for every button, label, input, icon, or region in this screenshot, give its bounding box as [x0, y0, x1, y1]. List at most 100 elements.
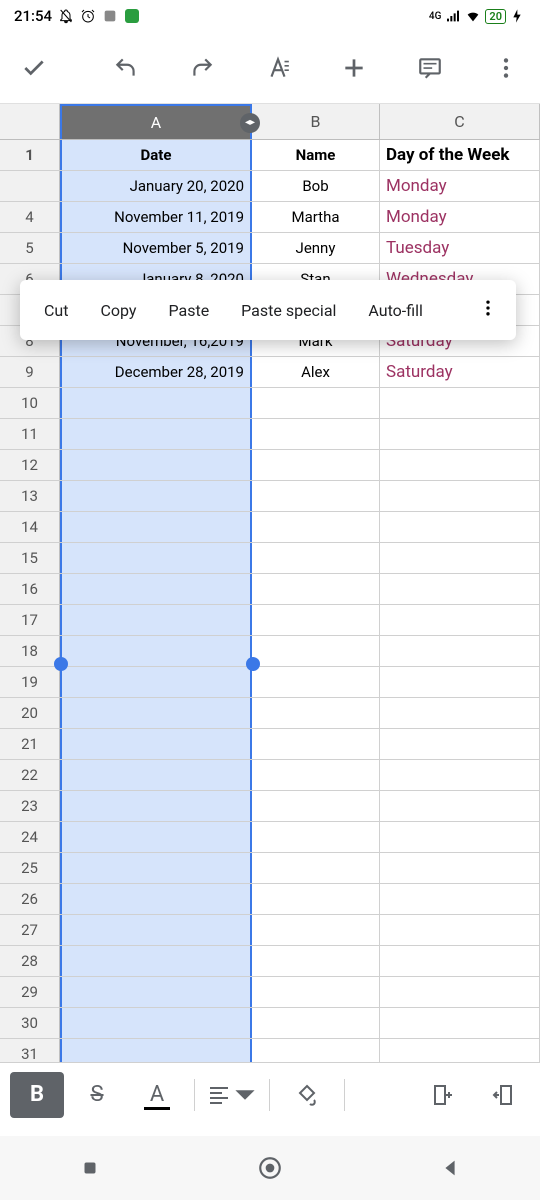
- nav-back-button[interactable]: [420, 1148, 480, 1188]
- row-header[interactable]: 5: [0, 233, 60, 263]
- cell[interactable]: [252, 543, 380, 573]
- cell[interactable]: [60, 574, 252, 604]
- nav-home-button[interactable]: [240, 1148, 300, 1188]
- row-header[interactable]: 25: [0, 853, 60, 883]
- more-button[interactable]: [482, 44, 530, 92]
- insert-cells-button[interactable]: [476, 1072, 530, 1118]
- paste-menu-item[interactable]: Paste: [152, 301, 225, 320]
- row-header[interactable]: 11: [0, 419, 60, 449]
- row-header[interactable]: 10: [0, 388, 60, 418]
- cell[interactable]: [380, 419, 540, 449]
- cell[interactable]: Bob: [252, 171, 380, 201]
- cell[interactable]: [380, 884, 540, 914]
- cell[interactable]: [60, 419, 252, 449]
- comment-button[interactable]: [406, 44, 454, 92]
- cell[interactable]: Martha: [252, 202, 380, 232]
- cell[interactable]: [252, 605, 380, 635]
- cell[interactable]: [380, 853, 540, 883]
- column-resize-handle-icon[interactable]: ◂▸: [240, 113, 260, 133]
- cell[interactable]: [252, 853, 380, 883]
- select-all-corner[interactable]: [0, 104, 60, 139]
- cell[interactable]: [60, 481, 252, 511]
- cell[interactable]: [60, 791, 252, 821]
- row-header[interactable]: [0, 171, 60, 201]
- align-button[interactable]: [205, 1072, 259, 1118]
- cell[interactable]: [252, 419, 380, 449]
- cell[interactable]: [380, 822, 540, 852]
- cell[interactable]: [380, 1008, 540, 1038]
- column-header-A[interactable]: A ◂▸: [60, 104, 252, 139]
- cell[interactable]: Name: [252, 140, 380, 170]
- cell[interactable]: [60, 853, 252, 883]
- cell[interactable]: [252, 667, 380, 697]
- text-color-button[interactable]: A: [130, 1072, 184, 1118]
- selection-handle-icon[interactable]: [246, 657, 260, 671]
- paste-special-menu-item[interactable]: Paste special: [225, 301, 352, 320]
- cell[interactable]: [252, 791, 380, 821]
- cell[interactable]: January 20, 2020: [60, 171, 252, 201]
- row-header[interactable]: 26: [0, 884, 60, 914]
- cell[interactable]: [252, 729, 380, 759]
- context-menu-more-button[interactable]: [468, 298, 508, 322]
- cell[interactable]: [380, 698, 540, 728]
- cell[interactable]: [60, 729, 252, 759]
- cell[interactable]: [252, 760, 380, 790]
- row-header[interactable]: 19: [0, 667, 60, 697]
- cell[interactable]: [60, 636, 252, 666]
- cell[interactable]: Monday: [380, 202, 540, 232]
- cell[interactable]: [60, 822, 252, 852]
- row-header[interactable]: 24: [0, 822, 60, 852]
- cell[interactable]: [380, 388, 540, 418]
- cell[interactable]: [380, 915, 540, 945]
- row-header[interactable]: 20: [0, 698, 60, 728]
- cell[interactable]: [60, 946, 252, 976]
- column-header-B[interactable]: B: [252, 104, 380, 139]
- cell[interactable]: Jenny: [252, 233, 380, 263]
- cell[interactable]: [252, 636, 380, 666]
- cell[interactable]: [380, 450, 540, 480]
- cell[interactable]: [252, 574, 380, 604]
- row-header[interactable]: 4: [0, 202, 60, 232]
- cell[interactable]: [60, 915, 252, 945]
- row-header[interactable]: 21: [0, 729, 60, 759]
- cell[interactable]: [252, 698, 380, 728]
- cell[interactable]: [380, 977, 540, 1007]
- row-header[interactable]: 15: [0, 543, 60, 573]
- cell[interactable]: [60, 512, 252, 542]
- cut-menu-item[interactable]: Cut: [28, 301, 84, 320]
- cell[interactable]: Day of the Week: [380, 140, 540, 170]
- cell[interactable]: [380, 512, 540, 542]
- fill-color-button[interactable]: [280, 1072, 334, 1118]
- cell[interactable]: [380, 760, 540, 790]
- nav-recent-button[interactable]: [60, 1148, 120, 1188]
- row-header[interactable]: 14: [0, 512, 60, 542]
- cell[interactable]: [380, 605, 540, 635]
- cell[interactable]: [60, 1008, 252, 1038]
- cell[interactable]: [380, 543, 540, 573]
- cell[interactable]: [252, 977, 380, 1007]
- spreadsheet[interactable]: A ◂▸ B C 1DateNameDay of the WeekJanuary…: [0, 104, 540, 1070]
- selection-handle-icon[interactable]: [54, 657, 68, 671]
- redo-button[interactable]: [178, 44, 226, 92]
- row-header[interactable]: 22: [0, 760, 60, 790]
- cell[interactable]: [60, 698, 252, 728]
- cell[interactable]: [380, 946, 540, 976]
- cell[interactable]: Saturday: [380, 357, 540, 387]
- row-header[interactable]: 28: [0, 946, 60, 976]
- row-header[interactable]: 30: [0, 1008, 60, 1038]
- cell[interactable]: [252, 822, 380, 852]
- row-header[interactable]: 18: [0, 636, 60, 666]
- column-header-C[interactable]: C: [380, 104, 540, 139]
- cell[interactable]: [380, 574, 540, 604]
- cell[interactable]: [252, 512, 380, 542]
- bold-button[interactable]: B: [10, 1072, 64, 1118]
- cell[interactable]: [252, 481, 380, 511]
- row-header[interactable]: 1: [0, 140, 60, 170]
- text-format-button[interactable]: [254, 44, 302, 92]
- cell[interactable]: [380, 729, 540, 759]
- cell[interactable]: [60, 543, 252, 573]
- cell[interactable]: November 11, 2019: [60, 202, 252, 232]
- cell[interactable]: [60, 884, 252, 914]
- cell[interactable]: [252, 450, 380, 480]
- cell[interactable]: [252, 884, 380, 914]
